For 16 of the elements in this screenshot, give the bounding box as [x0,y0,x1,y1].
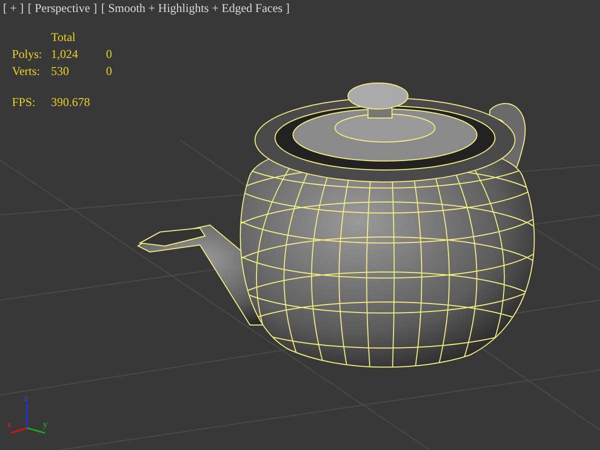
stat-label: Polys: [12,47,44,62]
axis-label: x [7,419,12,429]
axis-gizmo-icon [10,402,46,434]
stat-selected: 0 [106,47,113,62]
stat-total: 530 [51,64,70,79]
viewport-menu-label[interactable]: [ Smooth + Highlights + Edged Faces ] [101,1,290,16]
viewport-menu-label[interactable]: [ + ] [3,1,24,16]
axis-label: z [24,393,28,403]
fps-value: 390.678 [51,95,91,110]
stat-total: 1,024 [51,47,79,62]
viewport-menu-label[interactable]: [ Perspective ] [28,1,98,16]
stat-selected: 0 [106,64,113,79]
stats-header: Total [51,30,76,45]
axis-label: y [43,419,48,429]
stat-label: Verts: [12,64,41,79]
fps-label: FPS: [12,95,36,110]
